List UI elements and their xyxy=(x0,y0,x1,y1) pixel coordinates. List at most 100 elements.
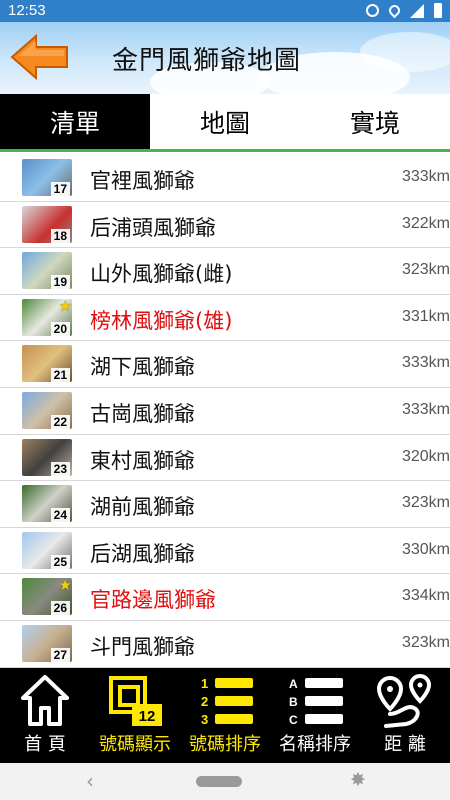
item-distance: 333km xyxy=(401,400,450,418)
list-item[interactable]: 19 山外風獅爺(雌) 323km xyxy=(0,248,450,295)
item-number: 27 xyxy=(50,647,70,662)
item-number: 24 xyxy=(50,508,70,523)
back-button[interactable] xyxy=(10,33,70,81)
item-number: 26 xyxy=(50,601,70,616)
lion-thumbnail: 22 xyxy=(22,391,72,429)
distance-button[interactable]: 距 離 xyxy=(360,668,450,763)
item-distance: 322km xyxy=(401,214,450,232)
lion-thumbnail: 24 xyxy=(22,485,72,523)
cloud-decoration xyxy=(360,32,450,72)
lion-thumbnail: 18 xyxy=(22,205,72,243)
star-icon: ★ xyxy=(58,578,72,595)
number-display-button[interactable]: 12 號碼顯示 xyxy=(90,668,180,763)
item-name: 東村風獅爺 xyxy=(90,448,195,473)
item-distance: 334km xyxy=(401,587,450,605)
item-number: 21 xyxy=(50,368,70,383)
accessibility-icon[interactable]: ✸ xyxy=(350,769,366,791)
item-distance: 330km xyxy=(401,540,450,558)
star-icon: ★ xyxy=(58,298,72,315)
home-icon xyxy=(21,675,69,726)
app-header: 金門風獅爺地圖 xyxy=(0,22,450,94)
item-distance: 333km xyxy=(401,354,450,372)
name-sort-icon: A B C xyxy=(289,677,343,726)
nav-home-pill[interactable] xyxy=(196,776,242,787)
sort-digit: 2 xyxy=(201,694,208,709)
number-sort-label: 號碼排序 xyxy=(189,734,261,755)
sort-letter: B xyxy=(289,695,298,709)
battery-icon xyxy=(434,3,442,18)
item-distance: 331km xyxy=(401,307,450,325)
list-item[interactable]: 24 湖前風獅爺 323km xyxy=(0,481,450,528)
list-item[interactable]: 25 后湖風獅爺 330km xyxy=(0,527,450,575)
distance-label: 距 離 xyxy=(384,734,426,755)
number-display-icon: 12 xyxy=(109,676,162,726)
status-time: 12:53 xyxy=(8,2,46,19)
system-nav-bar: ‹ ✸ xyxy=(0,763,450,800)
item-name: 古崗風獅爺 xyxy=(90,401,195,426)
item-name: 山外風獅爺(雌) xyxy=(90,262,233,287)
item-number: 22 xyxy=(50,414,70,429)
location-icon xyxy=(386,2,403,19)
list-item[interactable]: 21 湖下風獅爺 333km xyxy=(0,341,450,388)
back-arrow-icon xyxy=(10,33,68,81)
item-name: 官路邊風獅爺 xyxy=(90,588,216,613)
bottom-toolbar: 首 頁 12 號碼顯示 1 2 3 號碼排序 A B C 名稱排序 距 離 xyxy=(0,668,450,763)
list-item[interactable]: 23 東村風獅爺 320km xyxy=(0,434,450,482)
item-number: 25 xyxy=(50,554,70,569)
home-button[interactable]: 首 頁 xyxy=(0,668,90,763)
route-distance-icon xyxy=(376,674,432,728)
item-distance: 323km xyxy=(401,633,450,651)
home-label: 首 頁 xyxy=(24,734,66,755)
item-distance: 320km xyxy=(401,447,450,465)
item-name: 斗門風獅爺 xyxy=(90,634,195,659)
name-sort-button[interactable]: A B C 名稱排序 xyxy=(270,668,360,763)
sort-digit: 1 xyxy=(201,676,208,691)
alarm-icon xyxy=(366,4,379,17)
sort-letter: A xyxy=(289,677,298,691)
lion-thumbnail: 17 xyxy=(22,159,72,196)
item-distance: 323km xyxy=(401,494,450,512)
lion-thumbnail: 19 xyxy=(22,252,72,290)
lion-thumbnail: 21 xyxy=(22,345,72,383)
item-name: 榜林風獅爺(雄) xyxy=(90,308,233,333)
item-number: 19 xyxy=(50,275,70,290)
item-name: 湖前風獅爺 xyxy=(90,495,195,520)
number-display-label: 號碼顯示 xyxy=(99,734,171,755)
status-bar: 12:53 xyxy=(0,0,450,22)
lion-thumbnail: 25 xyxy=(22,531,72,569)
status-icons xyxy=(366,2,442,19)
page-title: 金門風獅爺地圖 xyxy=(112,46,302,76)
lion-list: 17 官裡風獅爺 333km 18 后浦頭風獅爺 322km 19 山外風獅爺(雌) 323km… xyxy=(0,155,450,668)
nav-back-icon[interactable]: ‹ xyxy=(86,769,94,793)
tab-reality[interactable]: 實境 xyxy=(300,94,450,149)
sort-letter: C xyxy=(289,713,298,726)
lion-thumbnail: 26 ★ xyxy=(22,578,72,616)
number-sort-icon: 1 2 3 xyxy=(201,676,253,726)
lion-thumbnail: 20 ★ xyxy=(22,298,72,336)
list-item[interactable]: 22 古崗風獅爺 333km xyxy=(0,387,450,435)
number-badge: 12 xyxy=(139,708,156,725)
tab-map[interactable]: 地圖 xyxy=(150,94,300,149)
list-item[interactable]: 17 官裡風獅爺 333km xyxy=(0,155,450,202)
list-item[interactable]: 26 ★ 官路邊風獅爺 334km xyxy=(0,574,450,621)
number-sort-button[interactable]: 1 2 3 號碼排序 xyxy=(180,668,270,763)
item-number: 18 xyxy=(50,228,70,243)
tab-list[interactable]: 清單 xyxy=(0,94,150,149)
item-number: 23 xyxy=(50,461,70,476)
item-number: 20 xyxy=(50,321,70,336)
sort-digit: 3 xyxy=(201,712,208,726)
tab-bar: 清單 地圖 實境 xyxy=(0,94,450,152)
item-name: 后浦頭風獅爺 xyxy=(90,215,216,240)
item-name: 官裡風獅爺 xyxy=(90,169,195,193)
list-item[interactable]: 27 斗門風獅爺 323km xyxy=(0,620,450,668)
lion-thumbnail: 23 xyxy=(22,438,72,476)
item-distance: 323km xyxy=(401,261,450,279)
name-sort-label: 名稱排序 xyxy=(279,734,351,755)
item-number: 17 xyxy=(50,182,70,196)
list-item[interactable]: 18 后浦頭風獅爺 322km xyxy=(0,201,450,249)
item-distance: 333km xyxy=(401,168,450,185)
item-name: 湖下風獅爺 xyxy=(90,355,195,380)
list-item[interactable]: 20 ★ 榜林風獅爺(雄) 331km xyxy=(0,294,450,342)
signal-icon xyxy=(410,3,424,18)
item-name: 后湖風獅爺 xyxy=(90,541,195,566)
